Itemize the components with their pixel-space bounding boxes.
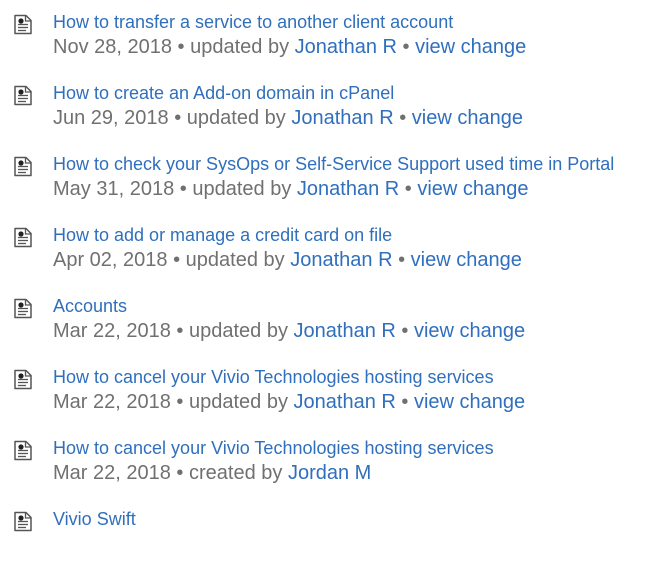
- page-meta: Mar 22, 2018 • created by Jordan M: [53, 460, 654, 487]
- author-link[interactable]: Jonathan R: [297, 178, 399, 200]
- page-document-icon: [13, 511, 33, 532]
- separator-dot: •: [401, 320, 409, 342]
- page-meta: Mar 22, 2018 • updated by Jonathan R • v…: [53, 389, 654, 416]
- page-title-link[interactable]: How to cancel your Vivio Technologies ho…: [53, 365, 654, 389]
- activity-item-8: Vivio Swift: [0, 507, 654, 532]
- activity-date: Mar 22, 2018: [53, 462, 171, 484]
- activity-item-3: How to check your SysOps or Self-Service…: [0, 152, 654, 203]
- activity-item-4: How to add or manage a credit card on fi…: [0, 223, 654, 274]
- page-document-icon: [13, 85, 33, 106]
- author-link[interactable]: Jonathan R: [294, 320, 396, 342]
- page-document-icon: [13, 14, 33, 35]
- activity-item-1: How to transfer a service to another cli…: [0, 10, 654, 61]
- page-meta: Jun 29, 2018 • updated by Jonathan R • v…: [53, 105, 654, 132]
- activity-action: created by: [189, 462, 283, 484]
- activity-item-2: How to create an Add-on domain in cPanel…: [0, 81, 654, 132]
- activity-action: updated by: [185, 249, 285, 271]
- activity-date: Apr 02, 2018: [53, 249, 168, 271]
- author-link[interactable]: Jonathan R: [290, 249, 392, 271]
- view-change-link[interactable]: view change: [411, 249, 522, 271]
- activity-item-5: Accounts Mar 22, 2018 • updated by Jonat…: [0, 294, 654, 345]
- page-document-icon: [13, 440, 33, 461]
- page-title-link[interactable]: How to create an Add-on domain in cPanel: [53, 81, 654, 105]
- separator-dot: •: [173, 249, 181, 271]
- separator-dot: •: [179, 178, 187, 200]
- page-title-link[interactable]: How to transfer a service to another cli…: [53, 10, 654, 34]
- activity-action: updated by: [190, 36, 290, 58]
- separator-dot: •: [177, 36, 185, 58]
- view-change-link[interactable]: view change: [414, 320, 525, 342]
- page-title-link[interactable]: How to cancel your Vivio Technologies ho…: [53, 436, 654, 460]
- activity-action: updated by: [189, 320, 288, 342]
- separator-dot: •: [404, 178, 412, 200]
- page-document-icon: [13, 369, 33, 390]
- author-link[interactable]: Jonathan R: [294, 391, 396, 413]
- author-link[interactable]: Jonathan R: [291, 107, 393, 129]
- page-document-icon: [13, 298, 33, 319]
- author-link[interactable]: Jonathan R: [295, 36, 397, 58]
- separator-dot: •: [176, 320, 184, 342]
- activity-item-6: How to cancel your Vivio Technologies ho…: [0, 365, 654, 416]
- separator-dot: •: [176, 391, 184, 413]
- activity-action: updated by: [186, 107, 286, 129]
- separator-dot: •: [399, 107, 407, 129]
- activity-action: updated by: [192, 178, 292, 200]
- activity-date: Mar 22, 2018: [53, 320, 171, 342]
- separator-dot: •: [401, 391, 409, 413]
- page-meta: Apr 02, 2018 • updated by Jonathan R • v…: [53, 247, 654, 274]
- view-change-link[interactable]: view change: [415, 36, 526, 58]
- activity-item-7: How to cancel your Vivio Technologies ho…: [0, 436, 654, 487]
- activity-date: Jun 29, 2018: [53, 107, 169, 129]
- view-change-link[interactable]: view change: [412, 107, 523, 129]
- activity-list: How to transfer a service to another cli…: [0, 0, 654, 532]
- activity-action: updated by: [189, 391, 288, 413]
- page-meta: Mar 22, 2018 • updated by Jonathan R • v…: [53, 318, 654, 345]
- separator-dot: •: [176, 462, 184, 484]
- page-meta: Nov 28, 2018 • updated by Jonathan R • v…: [53, 34, 654, 61]
- page-title-link[interactable]: Accounts: [53, 294, 654, 318]
- separator-dot: •: [402, 36, 410, 58]
- page-title-link[interactable]: Vivio Swift: [53, 507, 654, 531]
- page-document-icon: [13, 227, 33, 248]
- separator-dot: •: [174, 107, 182, 129]
- view-change-link[interactable]: view change: [414, 391, 525, 413]
- view-change-link[interactable]: view change: [417, 178, 528, 200]
- page-title-link[interactable]: How to check your SysOps or Self-Service…: [53, 152, 654, 176]
- separator-dot: •: [398, 249, 406, 271]
- activity-date: Nov 28, 2018: [53, 36, 172, 58]
- activity-date: Mar 22, 2018: [53, 391, 171, 413]
- page-document-icon: [13, 156, 33, 177]
- activity-date: May 31, 2018: [53, 178, 175, 200]
- author-link[interactable]: Jordan M: [288, 462, 371, 484]
- page-title-link[interactable]: How to add or manage a credit card on fi…: [53, 223, 654, 247]
- page-meta: May 31, 2018 • updated by Jonathan R • v…: [53, 176, 654, 203]
